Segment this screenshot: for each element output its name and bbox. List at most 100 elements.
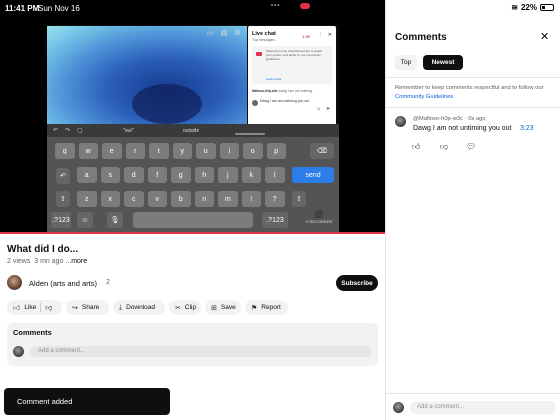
report-label: Report xyxy=(261,304,281,311)
keyboard-toolbar: ↶ ↷ ▢ "out" outside xyxy=(47,124,339,137)
thumbs-down-icon[interactable]: 👎︎ xyxy=(45,303,52,312)
numbers-key-left[interactable]: .?123 xyxy=(51,212,71,228)
shift-key-right[interactable]: ⇧ xyxy=(292,191,306,207)
emoji-key[interactable]: ☺ xyxy=(77,212,93,228)
key-t[interactable]: t xyxy=(149,143,169,159)
key-n[interactable]: n xyxy=(194,191,214,207)
undo-icon[interactable]: ↶ xyxy=(53,127,58,134)
chat-menu-icon[interactable]: ⋮ xyxy=(318,32,323,38)
comment-author[interactable]: @Mafioso-h0p-w3c xyxy=(413,116,463,122)
space-key[interactable] xyxy=(133,212,253,228)
key-b[interactable]: b xyxy=(171,191,191,207)
save-label: Save xyxy=(220,304,236,311)
numbers-key-right[interactable]: .?123 xyxy=(262,212,288,228)
key-s[interactable]: s xyxy=(100,167,120,183)
settings-icon[interactable]: ⚙ xyxy=(234,29,240,37)
key-a[interactable]: a xyxy=(77,167,97,183)
subscribe-button[interactable]: Subscribe xyxy=(336,275,378,291)
comment-age: 0s ago xyxy=(468,116,486,122)
key-l[interactable]: l xyxy=(265,167,285,183)
close-icon[interactable]: ✕ xyxy=(540,30,549,43)
chat-message: Mafioso-h0p-w3c Dawg I am not untiming xyxy=(252,89,312,93)
mic-key[interactable]: 🎙 xyxy=(107,212,123,228)
video-content xyxy=(47,26,247,124)
chat-input[interactable]: Dawg I am not untiming you out xyxy=(260,99,312,113)
captions-icon[interactable]: ▤ xyxy=(221,29,228,37)
battery-percent: 22% xyxy=(520,3,537,12)
emoji-icon[interactable]: ☺ xyxy=(316,106,321,112)
key-w[interactable]: w xyxy=(78,143,98,159)
send-icon[interactable]: ➤ xyxy=(326,106,330,112)
flag-icon: ⚑ xyxy=(251,304,258,312)
learn-more-link[interactable]: Learn more xyxy=(266,77,281,81)
key-z[interactable]: z xyxy=(77,191,97,207)
download-button[interactable]: ⤓ Download xyxy=(113,300,165,315)
community-guidelines-link[interactable]: Community Guidelines xyxy=(395,94,453,100)
key-j[interactable]: j xyxy=(218,167,238,183)
thumbs-up-icon[interactable]: 👍︎ xyxy=(412,142,420,152)
key-g[interactable]: g xyxy=(171,167,191,183)
send-key[interactable]: send xyxy=(292,167,334,183)
playback-progress-bar[interactable] xyxy=(0,232,385,234)
paste-icon[interactable]: ▢ xyxy=(77,127,83,134)
wifi-icon: ≋ xyxy=(511,3,518,12)
shift-key-left[interactable]: ⇧ xyxy=(56,191,70,207)
save-button[interactable]: ⊞ Save xyxy=(205,300,241,315)
share-button[interactable]: ↪ Share xyxy=(66,300,109,315)
key-exclaim[interactable]: ! xyxy=(241,191,261,207)
comment-text: Dawg I am not untiming you out xyxy=(413,125,512,132)
upload-age: 3 mn ago xyxy=(34,258,64,265)
reply-icon[interactable]: 💬︎ xyxy=(466,142,476,151)
clip-label: Clip xyxy=(184,304,197,311)
clip-button[interactable]: ✂ Clip xyxy=(169,300,201,315)
redo-icon[interactable]: ↷ xyxy=(65,127,70,134)
suggestion-2[interactable]: outside xyxy=(183,128,199,134)
key-i[interactable]: i xyxy=(219,143,239,159)
key-d[interactable]: d xyxy=(124,167,144,183)
live-chat-mode[interactable]: Top messages xyxy=(252,38,275,42)
inner-status-icons xyxy=(300,3,310,9)
like-label: Like xyxy=(24,304,37,311)
delete-key[interactable]: ⌫ xyxy=(310,143,334,159)
keyboard-grab-handle[interactable] xyxy=(235,133,265,135)
key-p[interactable]: p xyxy=(266,143,286,159)
view-count: 2 views xyxy=(7,258,31,265)
key-u[interactable]: u xyxy=(196,143,216,159)
multitasking-dots-icon[interactable]: ••• xyxy=(271,3,280,9)
tab-top[interactable]: Top xyxy=(395,55,417,70)
key-q[interactable]: q xyxy=(55,143,75,159)
more-link[interactable]: ...more xyxy=(65,258,87,265)
key-c[interactable]: c xyxy=(124,191,144,207)
live-chat-tools: ⋮ ✕ xyxy=(318,32,332,38)
key-y[interactable]: y xyxy=(172,143,192,159)
key-k[interactable]: k xyxy=(241,167,261,183)
video-meta[interactable]: 2 views 3 mn ago ...more xyxy=(7,258,87,265)
comments-teaser[interactable]: Comments Add a comment... xyxy=(7,323,378,366)
undo-key[interactable]: ↶ xyxy=(56,168,70,184)
channel-avatar[interactable] xyxy=(7,275,22,290)
video-player[interactable]: ▭ ▤ ⚙ Live chat Top messages 1.3K ⋮ ✕ We… xyxy=(0,0,385,234)
chat-close-icon[interactable]: ✕ xyxy=(328,32,332,38)
add-comment-input[interactable]: Add a comment... xyxy=(410,401,556,414)
cast-icon[interactable]: ▭ xyxy=(207,29,214,37)
channel-name[interactable]: Alden (arts and arts) xyxy=(29,279,97,288)
report-button[interactable]: ⚑ Report xyxy=(245,300,288,315)
key-f[interactable]: f xyxy=(147,167,167,183)
youtube-logo-icon xyxy=(256,52,262,56)
battery-icon xyxy=(540,4,554,11)
key-x[interactable]: x xyxy=(100,191,120,207)
key-m[interactable]: m xyxy=(218,191,238,207)
key-question[interactable]: ? xyxy=(265,191,285,207)
key-o[interactable]: o xyxy=(243,143,263,159)
comment-timestamp-link[interactable]: 3:23 xyxy=(520,125,534,132)
like-dislike-button[interactable]: 👍︎ Like 👎︎ xyxy=(7,300,62,315)
tab-newest[interactable]: Newest xyxy=(423,55,463,70)
add-comment-field[interactable]: Add a comment... xyxy=(30,346,372,357)
key-e[interactable]: e xyxy=(102,143,122,159)
comment-author-avatar[interactable] xyxy=(395,116,406,127)
thumbs-down-icon[interactable]: 👎︎ xyxy=(440,142,448,152)
key-r[interactable]: r xyxy=(125,143,145,159)
key-v[interactable]: v xyxy=(147,191,167,207)
key-h[interactable]: h xyxy=(194,167,214,183)
suggestion-1[interactable]: "out" xyxy=(123,128,134,134)
